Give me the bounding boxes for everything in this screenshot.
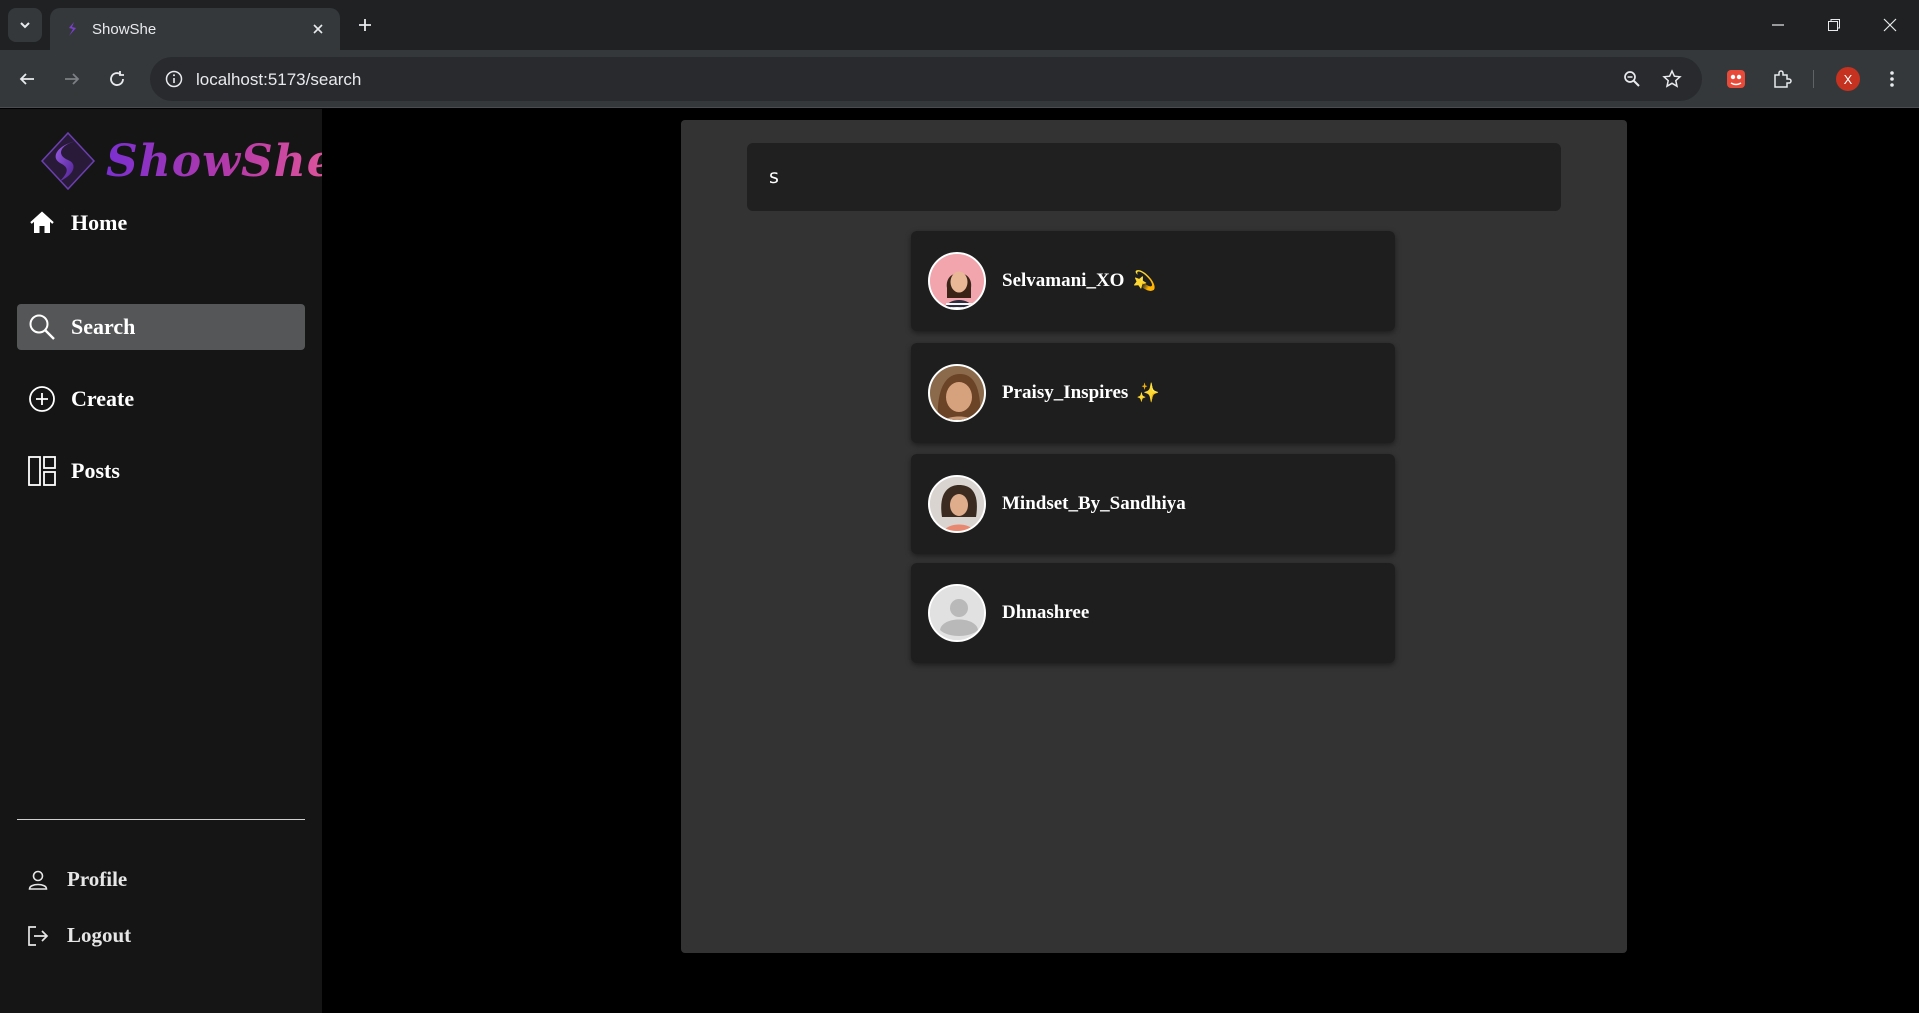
search-icon [27,312,57,342]
reload-button[interactable] [101,63,133,95]
browser-toolbar: localhost:5173/search X [0,50,1919,108]
close-icon [1883,18,1897,32]
chevron-down-icon [20,22,30,29]
minimize-icon [1772,24,1784,26]
user-result-card[interactable]: Dhnashree [911,563,1395,663]
sidebar-divider [17,819,305,820]
result-username: Mindset_By_Sandhiya [1002,493,1186,514]
user-result-card[interactable]: Selvamani_XO 💫 [911,231,1395,331]
close-tab-icon[interactable] [308,19,328,39]
nav-item-create[interactable]: Create [17,376,305,422]
url-text: localhost:5173/search [196,70,362,89]
logout-icon [26,924,50,948]
result-emoji: 💫 [1132,271,1157,292]
default-avatar-icon [928,584,986,642]
result-emoji: ✨ [1136,383,1161,404]
user-icon [26,868,50,892]
home-icon [27,208,57,238]
brand-name: ShowShe [106,135,336,187]
browser-tab[interactable]: ShowShe [50,8,340,50]
nav-label: Search [71,314,136,339]
nav-label: Posts [71,458,120,483]
sidebar: ShowShe Home Search Create Posts Profile [0,109,335,1013]
avatar [928,252,986,310]
nav-label: Home [71,210,128,235]
arrow-right-icon [65,73,80,85]
restore-button[interactable] [1806,0,1862,50]
bookmark-star-icon[interactable] [1660,67,1684,91]
extension-icon[interactable] [1724,67,1748,91]
arrow-left-icon [19,73,34,85]
more-menu-icon[interactable] [1880,67,1904,91]
close-window-button[interactable] [1862,0,1918,50]
restore-icon [1828,19,1840,31]
search-panel: s Selvamani_XO 💫 Praisy_Inspires ✨ Minds… [681,120,1627,953]
toolbar-separator [1813,70,1814,88]
plus-circle-icon [27,384,57,414]
nav-item-logout[interactable]: Logout [26,923,131,948]
address-bar[interactable]: localhost:5173/search [150,57,1702,101]
result-username: Dhnashree [1002,602,1090,623]
showshe-logo-icon [40,131,96,191]
tab-search-button[interactable] [8,8,42,42]
nav-label: Logout [67,923,132,947]
reload-icon [110,71,124,86]
tab-title: ShowShe [92,20,157,38]
minimize-button[interactable] [1750,0,1806,50]
avatar [928,475,986,533]
user-result-card[interactable]: Praisy_Inspires ✨ [911,343,1395,443]
search-input[interactable]: s [747,143,1561,211]
back-button[interactable] [11,63,43,95]
nav-item-search[interactable]: Search [17,304,305,350]
nav-label: Create [71,386,135,411]
zoom-icon[interactable] [1620,67,1644,91]
nav-label: Profile [67,867,128,891]
main-content: s Selvamani_XO 💫 Praisy_Inspires ✨ Minds… [322,109,1919,1013]
showshe-favicon-icon [69,22,76,36]
forward-button[interactable] [56,63,88,95]
new-tab-button[interactable] [352,12,378,38]
browser-tab-strip: ShowShe [0,0,1919,50]
nav-item-profile[interactable]: Profile [26,867,127,892]
site-info-icon[interactable] [162,67,186,91]
extensions-puzzle-icon[interactable] [1770,67,1794,91]
posts-grid-icon [27,456,57,486]
profile-avatar-button[interactable]: X [1836,67,1860,91]
avatar [928,364,986,422]
plus-icon [359,19,371,31]
brand-logo[interactable]: ShowShe [40,131,336,191]
result-username: Selvamani_XO [1002,270,1125,291]
user-result-card[interactable]: Mindset_By_Sandhiya [911,454,1395,554]
result-username: Praisy_Inspires [1002,382,1129,403]
nav-item-home[interactable]: Home [17,200,305,246]
nav-item-posts[interactable]: Posts [17,448,305,494]
